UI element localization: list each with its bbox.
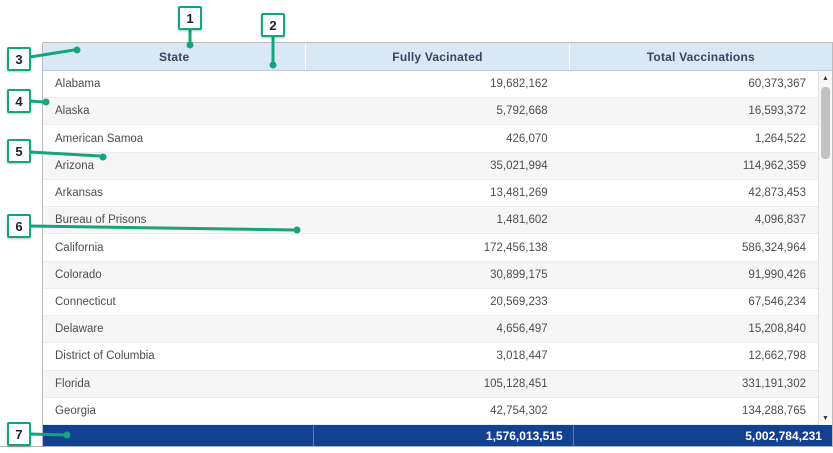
cell-fully-vaccinated: 172,456,138 xyxy=(301,242,559,254)
cell-state: Georgia xyxy=(43,405,301,417)
table-row[interactable]: Arizona35,021,994114,962,359 xyxy=(43,153,818,180)
cell-fully-vaccinated: 3,018,447 xyxy=(301,350,559,362)
table-row[interactable]: California172,456,138586,324,964 xyxy=(43,234,818,261)
cell-total-vaccinations: 67,546,234 xyxy=(560,296,818,308)
vertical-scrollbar[interactable]: ▲ ▼ xyxy=(818,71,832,425)
annotation-step-7: 7 xyxy=(7,422,31,446)
annotation-step-3: 3 xyxy=(7,47,31,71)
cell-state: Alabama xyxy=(43,78,301,90)
annotation-step-5: 5 xyxy=(7,139,31,163)
table-row[interactable]: Florida105,128,451331,191,302 xyxy=(43,371,818,398)
cell-fully-vaccinated: 19,682,162 xyxy=(301,78,559,90)
cell-fully-vaccinated: 20,569,233 xyxy=(301,296,559,308)
cell-state: Florida xyxy=(43,378,301,390)
cell-fully-vaccinated: 13,481,269 xyxy=(301,187,559,199)
vaccination-table: State Fully Vacinated Total Vaccinations… xyxy=(42,42,833,446)
annotation-step-4: 4 xyxy=(7,89,31,113)
column-header-fully-vaccinated[interactable]: Fully Vacinated xyxy=(305,43,568,70)
table-body[interactable]: Alabama19,682,16260,373,367Alaska5,792,6… xyxy=(43,71,818,425)
table-row[interactable]: District of Columbia3,018,44712,662,798 xyxy=(43,343,818,370)
dashboard-table-panel: State Fully Vacinated Total Vaccinations… xyxy=(0,0,833,453)
cell-fully-vaccinated: 42,754,302 xyxy=(301,405,559,417)
annotation-step-6: 6 xyxy=(7,214,31,238)
cell-total-vaccinations: 60,373,367 xyxy=(560,78,818,90)
cell-total-vaccinations: 4,096,837 xyxy=(560,214,818,226)
cell-state: Arizona xyxy=(43,160,301,172)
cell-total-vaccinations: 114,962,359 xyxy=(560,160,818,172)
table-body-wrap: Alabama19,682,16260,373,367Alaska5,792,6… xyxy=(43,71,832,425)
cell-total-vaccinations: 15,208,840 xyxy=(560,323,818,335)
table-row[interactable]: Alabama19,682,16260,373,367 xyxy=(43,71,818,98)
panel-bottom-divider xyxy=(0,446,833,447)
cell-fully-vaccinated: 30,899,175 xyxy=(301,269,559,281)
table-row[interactable]: Delaware4,656,49715,208,840 xyxy=(43,316,818,343)
total-row-total-vaccinations: 5,002,784,231 xyxy=(573,425,832,446)
cell-total-vaccinations: 586,324,964 xyxy=(560,242,818,254)
annotation-step-1: 1 xyxy=(178,6,202,30)
total-row-state-cell xyxy=(43,425,313,446)
cell-state: Bureau of Prisons xyxy=(43,214,301,226)
cell-total-vaccinations: 1,264,522 xyxy=(560,133,818,145)
total-row-fully-vaccinated: 1,576,013,515 xyxy=(313,425,572,446)
table-row[interactable]: American Samoa426,0701,264,522 xyxy=(43,125,818,152)
table-row[interactable]: Colorado30,899,17591,990,426 xyxy=(43,262,818,289)
cell-total-vaccinations: 91,990,426 xyxy=(560,269,818,281)
cell-total-vaccinations: 134,288,765 xyxy=(560,405,818,417)
cell-fully-vaccinated: 5,792,668 xyxy=(301,105,559,117)
table-row[interactable]: Georgia42,754,302134,288,765 xyxy=(43,398,818,425)
cell-state: Alaska xyxy=(43,105,301,117)
cell-state: Delaware xyxy=(43,323,301,335)
scrollbar-thumb[interactable] xyxy=(821,87,830,159)
cell-total-vaccinations: 42,873,453 xyxy=(560,187,818,199)
cell-total-vaccinations: 16,593,372 xyxy=(560,105,818,117)
table-row[interactable]: Alaska5,792,66816,593,372 xyxy=(43,98,818,125)
table-total-row: 1,576,013,515 5,002,784,231 xyxy=(43,425,832,446)
table-row[interactable]: Arkansas13,481,26942,873,453 xyxy=(43,180,818,207)
table-row[interactable]: Connecticut20,569,23367,546,234 xyxy=(43,289,818,316)
table-row[interactable]: Bureau of Prisons1,481,6024,096,837 xyxy=(43,207,818,234)
cell-total-vaccinations: 12,662,798 xyxy=(560,350,818,362)
cell-fully-vaccinated: 105,128,451 xyxy=(301,378,559,390)
cell-fully-vaccinated: 35,021,994 xyxy=(301,160,559,172)
scroll-down-icon[interactable]: ▼ xyxy=(819,411,832,425)
table-header-row: State Fully Vacinated Total Vaccinations xyxy=(43,43,832,71)
cell-state: Arkansas xyxy=(43,187,301,199)
cell-state: Connecticut xyxy=(43,296,301,308)
cell-fully-vaccinated: 426,070 xyxy=(301,133,559,145)
cell-state: District of Columbia xyxy=(43,350,301,362)
cell-state: California xyxy=(43,242,301,254)
cell-fully-vaccinated: 4,656,497 xyxy=(301,323,559,335)
cell-total-vaccinations: 331,191,302 xyxy=(560,378,818,390)
column-header-state[interactable]: State xyxy=(43,43,305,70)
cell-state: Colorado xyxy=(43,269,301,281)
scroll-up-icon[interactable]: ▲ xyxy=(819,71,832,85)
cell-state: American Samoa xyxy=(43,133,301,145)
column-header-total-vaccinations[interactable]: Total Vaccinations xyxy=(569,43,832,70)
annotation-step-2: 2 xyxy=(261,13,285,37)
cell-fully-vaccinated: 1,481,602 xyxy=(301,214,559,226)
